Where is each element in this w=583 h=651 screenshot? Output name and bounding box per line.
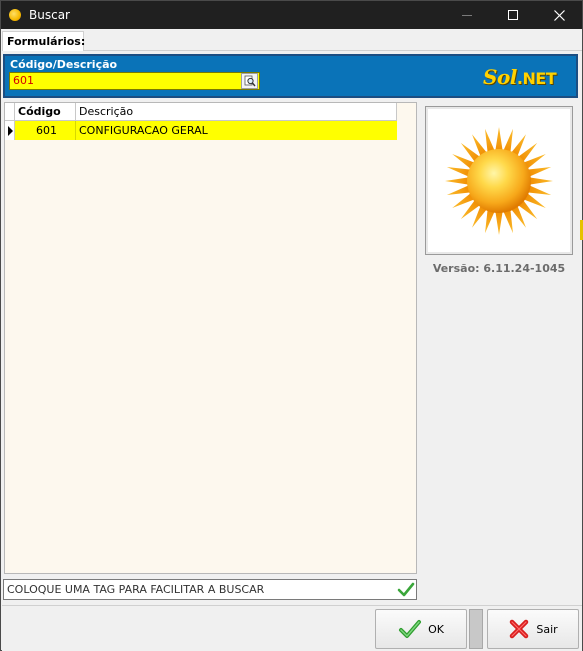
checkmark-icon xyxy=(397,582,415,597)
search-window: Buscar Formulários: Código/Descrição 601 xyxy=(0,0,583,651)
row-indicator xyxy=(5,121,15,140)
logo-text-net: .NET xyxy=(516,69,557,88)
row-pointer-icon xyxy=(8,126,13,136)
checkmark-icon xyxy=(399,620,422,638)
minimize-icon xyxy=(462,14,472,16)
cell-codigo[interactable]: 601 xyxy=(15,121,76,140)
grid-header: Código Descrição xyxy=(5,103,397,121)
title-bar[interactable]: Buscar xyxy=(1,1,582,29)
ok-button-label: OK xyxy=(428,622,444,636)
search-input[interactable]: 601 xyxy=(9,72,260,90)
maximize-icon xyxy=(508,10,518,20)
search-button[interactable] xyxy=(241,73,258,89)
version-label: Versão: 6.11.24-1045 xyxy=(432,262,566,275)
indicator-column-header xyxy=(5,103,15,121)
sun-image-frame xyxy=(425,106,573,255)
tab-strip: Formulários: xyxy=(2,29,582,51)
sair-button-label: Sair xyxy=(536,622,558,636)
sun-icon xyxy=(9,9,21,21)
close-button[interactable] xyxy=(536,1,582,29)
minimize-button[interactable] xyxy=(444,1,490,29)
search-panel: Código/Descrição 601 Sol.NET xyxy=(3,54,578,98)
table-row[interactable]: 601 CONFIGURACAO GERAL xyxy=(5,121,397,140)
column-header-codigo[interactable]: Código xyxy=(15,103,76,121)
results-grid[interactable]: Código Descrição 601 CONFIGURACAO GERAL xyxy=(4,102,417,574)
sun-icon xyxy=(445,127,553,235)
window-title: Buscar xyxy=(29,8,70,22)
close-icon xyxy=(553,9,565,21)
maximize-button[interactable] xyxy=(490,1,536,29)
search-icon xyxy=(244,75,256,87)
cell-descricao[interactable]: CONFIGURACAO GERAL xyxy=(76,121,397,140)
tag-confirm-button[interactable] xyxy=(397,581,415,598)
solnet-logo: Sol.NET xyxy=(483,65,557,89)
ok-button[interactable]: OK xyxy=(375,609,467,649)
tab-formularios[interactable]: Formulários: xyxy=(2,31,85,51)
search-label: Código/Descrição xyxy=(10,58,118,71)
column-header-descricao[interactable]: Descrição xyxy=(76,103,397,121)
logo-text-sol: Sol xyxy=(483,65,517,89)
x-icon xyxy=(510,619,529,639)
button-separator xyxy=(469,609,483,649)
sair-button[interactable]: Sair xyxy=(487,609,579,649)
tag-input[interactable]: COLOQUE UMA TAG PARA FACILITAR A BUSCAR xyxy=(3,579,417,600)
